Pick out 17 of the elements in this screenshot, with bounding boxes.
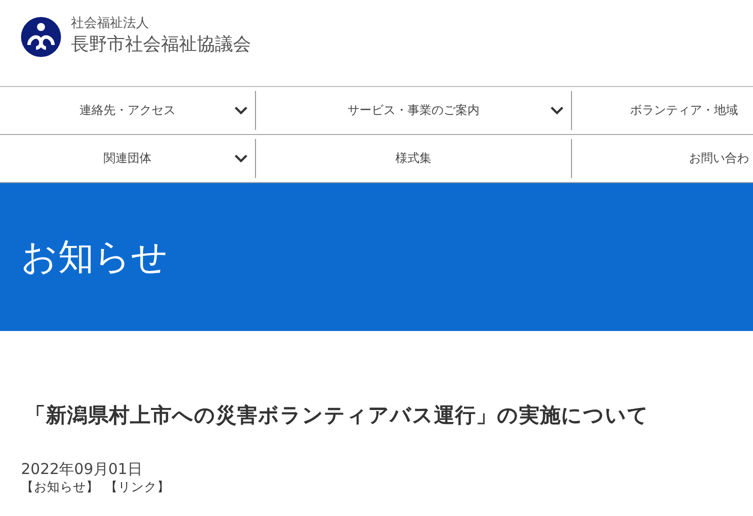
nav-item[interactable]: サービス・事業のご案内 — [256, 91, 572, 130]
nav-item[interactable]: 連絡先・アクセス — [0, 91, 256, 130]
org-name: 長野市社会福祉協議会 — [71, 33, 251, 57]
article-date: 2022年09月01日 — [21, 460, 144, 479]
chevron-down-icon — [234, 106, 248, 114]
chevron-down-icon — [550, 106, 564, 114]
category-link[interactable]: 【お知らせ】 — [21, 479, 99, 496]
nav-item[interactable]: お問い合わ — [572, 139, 753, 178]
article-title: 「新潟県村上市への災害ボランティアバス運行」の実施について — [25, 402, 650, 429]
org-type: 社会福祉法人 — [71, 16, 150, 32]
nav-item[interactable]: 様式集 — [256, 139, 572, 178]
category-link[interactable]: 【リンク】 — [105, 479, 170, 496]
chevron-down-icon — [234, 154, 248, 162]
page-title: お知らせ — [21, 236, 168, 280]
nav-item[interactable]: 関連団体 — [0, 139, 256, 178]
nav-item[interactable]: ボランティア・地域 — [572, 91, 753, 130]
logo-icon — [21, 17, 61, 57]
